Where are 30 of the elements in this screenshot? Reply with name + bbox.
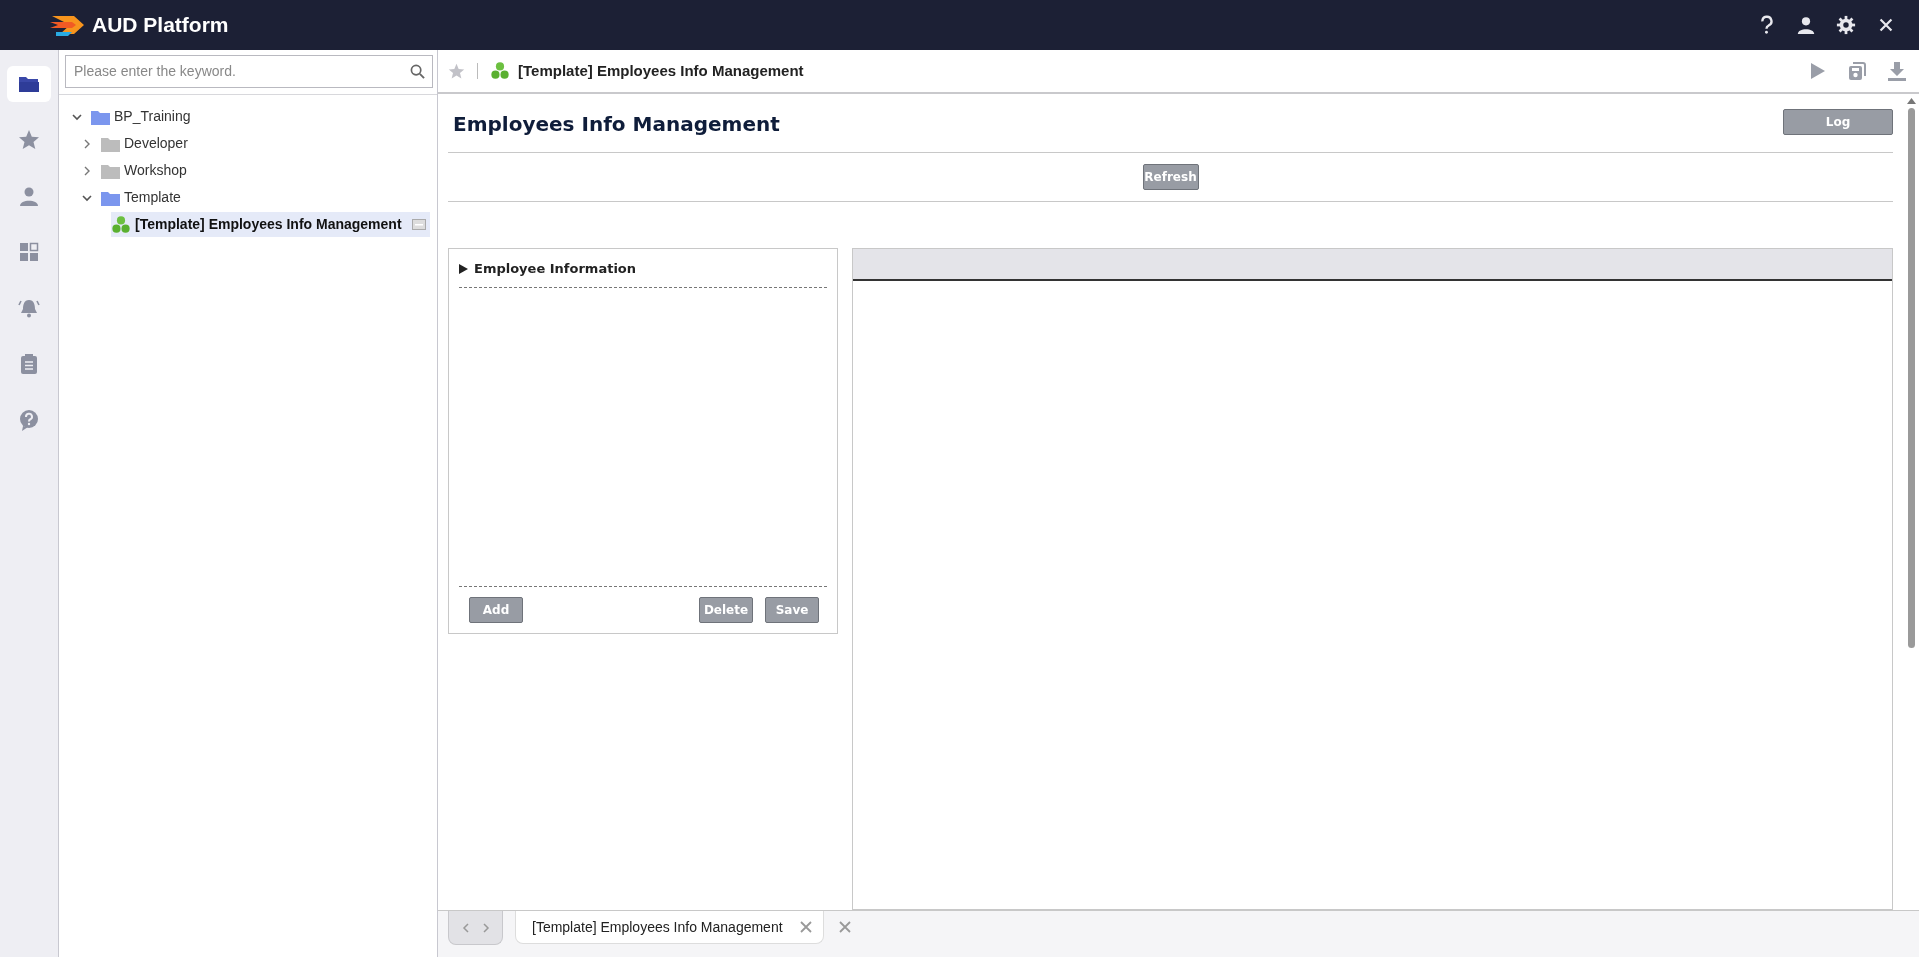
expand-arrow-icon[interactable] xyxy=(459,263,468,274)
report-title: Employees Info Management xyxy=(453,112,780,136)
app-icon xyxy=(111,214,131,235)
document-tab[interactable]: [Template] Employees Info Management xyxy=(515,911,824,944)
dashboard-icon xyxy=(18,241,40,263)
user-icon xyxy=(18,185,40,207)
favorite-star-icon[interactable] xyxy=(448,62,465,80)
app-icon xyxy=(490,61,510,81)
app-title: AUD Platform xyxy=(92,12,229,39)
tree-item[interactable]: [Template] Employees Info Management xyxy=(111,212,430,237)
rail-button[interactable] xyxy=(7,66,51,102)
download-icon[interactable] xyxy=(1886,60,1908,82)
search-icon xyxy=(410,64,425,79)
star-icon xyxy=(18,129,40,151)
tree-item[interactable]: Workshop xyxy=(120,158,191,183)
save-as-icon[interactable] xyxy=(1846,60,1868,82)
bell-icon xyxy=(18,297,40,319)
scrollbar-thumb[interactable] xyxy=(1907,108,1915,648)
clipboard-icon xyxy=(18,353,40,375)
report-tab-title: [Template] Employees Info Management xyxy=(518,60,804,81)
tree-item[interactable]: Developer xyxy=(120,131,192,156)
window-icon[interactable] xyxy=(411,219,426,230)
search-field[interactable]: Please enter the keyword. xyxy=(65,55,433,88)
tree-item[interactable]: Template xyxy=(120,185,185,210)
user-icon[interactable] xyxy=(1796,15,1816,35)
scroll-up-icon[interactable] xyxy=(1906,98,1916,104)
help-icon xyxy=(18,409,40,431)
tree-item[interactable]: BP_Training xyxy=(110,104,195,129)
settings-icon[interactable] xyxy=(1836,15,1856,35)
panel-title: Employee Information xyxy=(474,260,637,278)
